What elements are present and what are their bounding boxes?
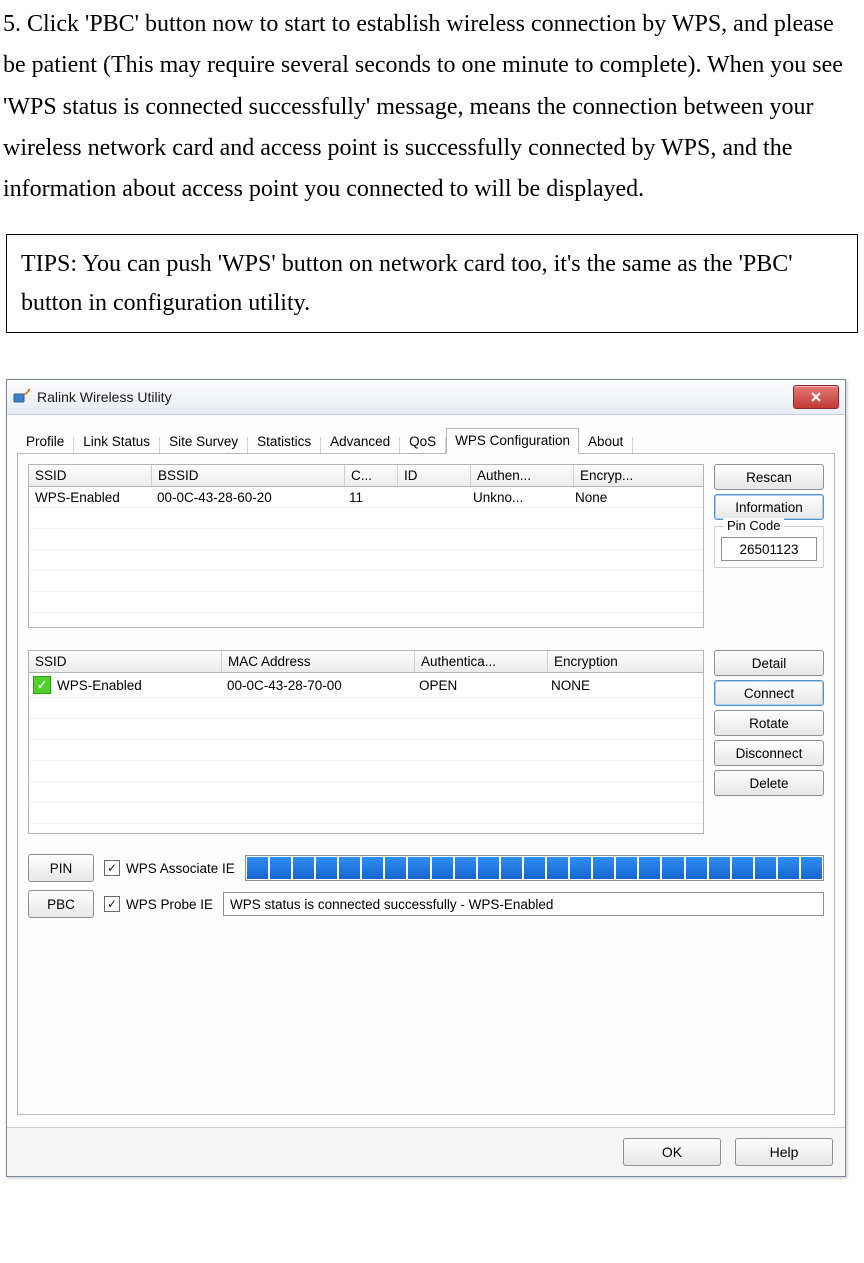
col2-auth[interactable]: Authentica... (415, 651, 548, 672)
ap-row[interactable]: WPS-Enabled 00-0C-43-28-60-20 11 Unkno..… (29, 487, 703, 508)
rescan-button[interactable]: Rescan (714, 464, 824, 490)
tab-advanced[interactable]: Advanced (321, 429, 399, 454)
titlebar: Ralink Wireless Utility (7, 380, 845, 415)
app-window: Ralink Wireless Utility Profile Link Sta… (6, 379, 846, 1177)
tab-panel: SSID BSSID C... ID Authen... Encryp... W… (17, 454, 835, 1115)
checkbox-icon (104, 896, 120, 912)
window-title: Ralink Wireless Utility (37, 389, 172, 405)
col2-ssid[interactable]: SSID (29, 651, 222, 672)
col-enc[interactable]: Encryp... (574, 465, 703, 486)
tab-profile[interactable]: Profile (17, 429, 73, 454)
pin-button[interactable]: PIN (28, 854, 94, 882)
pin-code-field[interactable]: 26501123 (721, 537, 817, 561)
cell-auth: Unkno... (467, 490, 569, 505)
tab-wps-configuration[interactable]: WPS Configuration (446, 428, 579, 454)
col2-mac[interactable]: MAC Address (222, 651, 415, 672)
information-button[interactable]: Information (714, 494, 824, 520)
tab-site-survey[interactable]: Site Survey (160, 429, 247, 454)
wps-status-field: WPS status is connected successfully - W… (223, 892, 824, 916)
pin-code-label: Pin Code (723, 518, 784, 533)
tab-statistics[interactable]: Statistics (248, 429, 320, 454)
tab-link-status[interactable]: Link Status (74, 429, 159, 454)
profile-list-grid[interactable]: SSID MAC Address Authentica... Encryptio… (28, 650, 704, 834)
col-id[interactable]: ID (398, 465, 471, 486)
cell-bssid: 00-0C-43-28-60-20 (151, 490, 343, 505)
col-bssid[interactable]: BSSID (152, 465, 345, 486)
connected-check-icon: ✓ (33, 676, 51, 694)
tips-box: TIPS: You can push 'WPS' button on netwo… (6, 234, 858, 333)
connect-button[interactable]: Connect (714, 680, 824, 706)
wps-progress-bar (245, 855, 824, 881)
checkbox-icon (104, 860, 120, 876)
col-auth[interactable]: Authen... (471, 465, 574, 486)
cell2-enc: NONE (545, 678, 703, 693)
cell-ch: 11 (343, 490, 395, 505)
wps-probe-ie-checkbox[interactable]: WPS Probe IE (104, 896, 213, 912)
cell2-mac: 00-0C-43-28-70-00 (221, 678, 413, 693)
pbc-button[interactable]: PBC (28, 890, 94, 918)
tab-qos[interactable]: QoS (400, 429, 445, 454)
dialog-footer: OK Help (7, 1127, 845, 1176)
tab-about[interactable]: About (579, 429, 632, 454)
help-button[interactable]: Help (735, 1138, 833, 1166)
cell2-auth: OPEN (413, 678, 545, 693)
col-ch[interactable]: C... (345, 465, 398, 486)
close-icon (810, 391, 822, 403)
cell-enc: None (569, 490, 703, 505)
pin-code-group: Pin Code 26501123 (714, 526, 824, 568)
cell2-ssid: WPS-Enabled (51, 678, 221, 693)
profile-row[interactable]: ✓ WPS-Enabled 00-0C-43-28-70-00 OPEN NON… (29, 673, 703, 698)
close-button[interactable] (793, 385, 839, 409)
disconnect-button[interactable]: Disconnect (714, 740, 824, 766)
ok-button[interactable]: OK (623, 1138, 721, 1166)
wps-associate-ie-checkbox[interactable]: WPS Associate IE (104, 860, 235, 876)
col-ssid[interactable]: SSID (29, 465, 152, 486)
ap-list-grid[interactable]: SSID BSSID C... ID Authen... Encryp... W… (28, 464, 704, 628)
app-icon (13, 388, 31, 406)
rotate-button[interactable]: Rotate (714, 710, 824, 736)
col2-enc[interactable]: Encryption (548, 651, 703, 672)
delete-button[interactable]: Delete (714, 770, 824, 796)
wps-probe-ie-label: WPS Probe IE (126, 897, 213, 912)
cell-ssid: WPS-Enabled (29, 490, 151, 505)
wps-associate-ie-label: WPS Associate IE (126, 861, 235, 876)
tab-strip: Profile Link Status Site Survey Statisti… (17, 425, 835, 454)
instruction-paragraph: 5. Click 'PBC' button now to start to es… (0, 0, 864, 210)
detail-button[interactable]: Detail (714, 650, 824, 676)
